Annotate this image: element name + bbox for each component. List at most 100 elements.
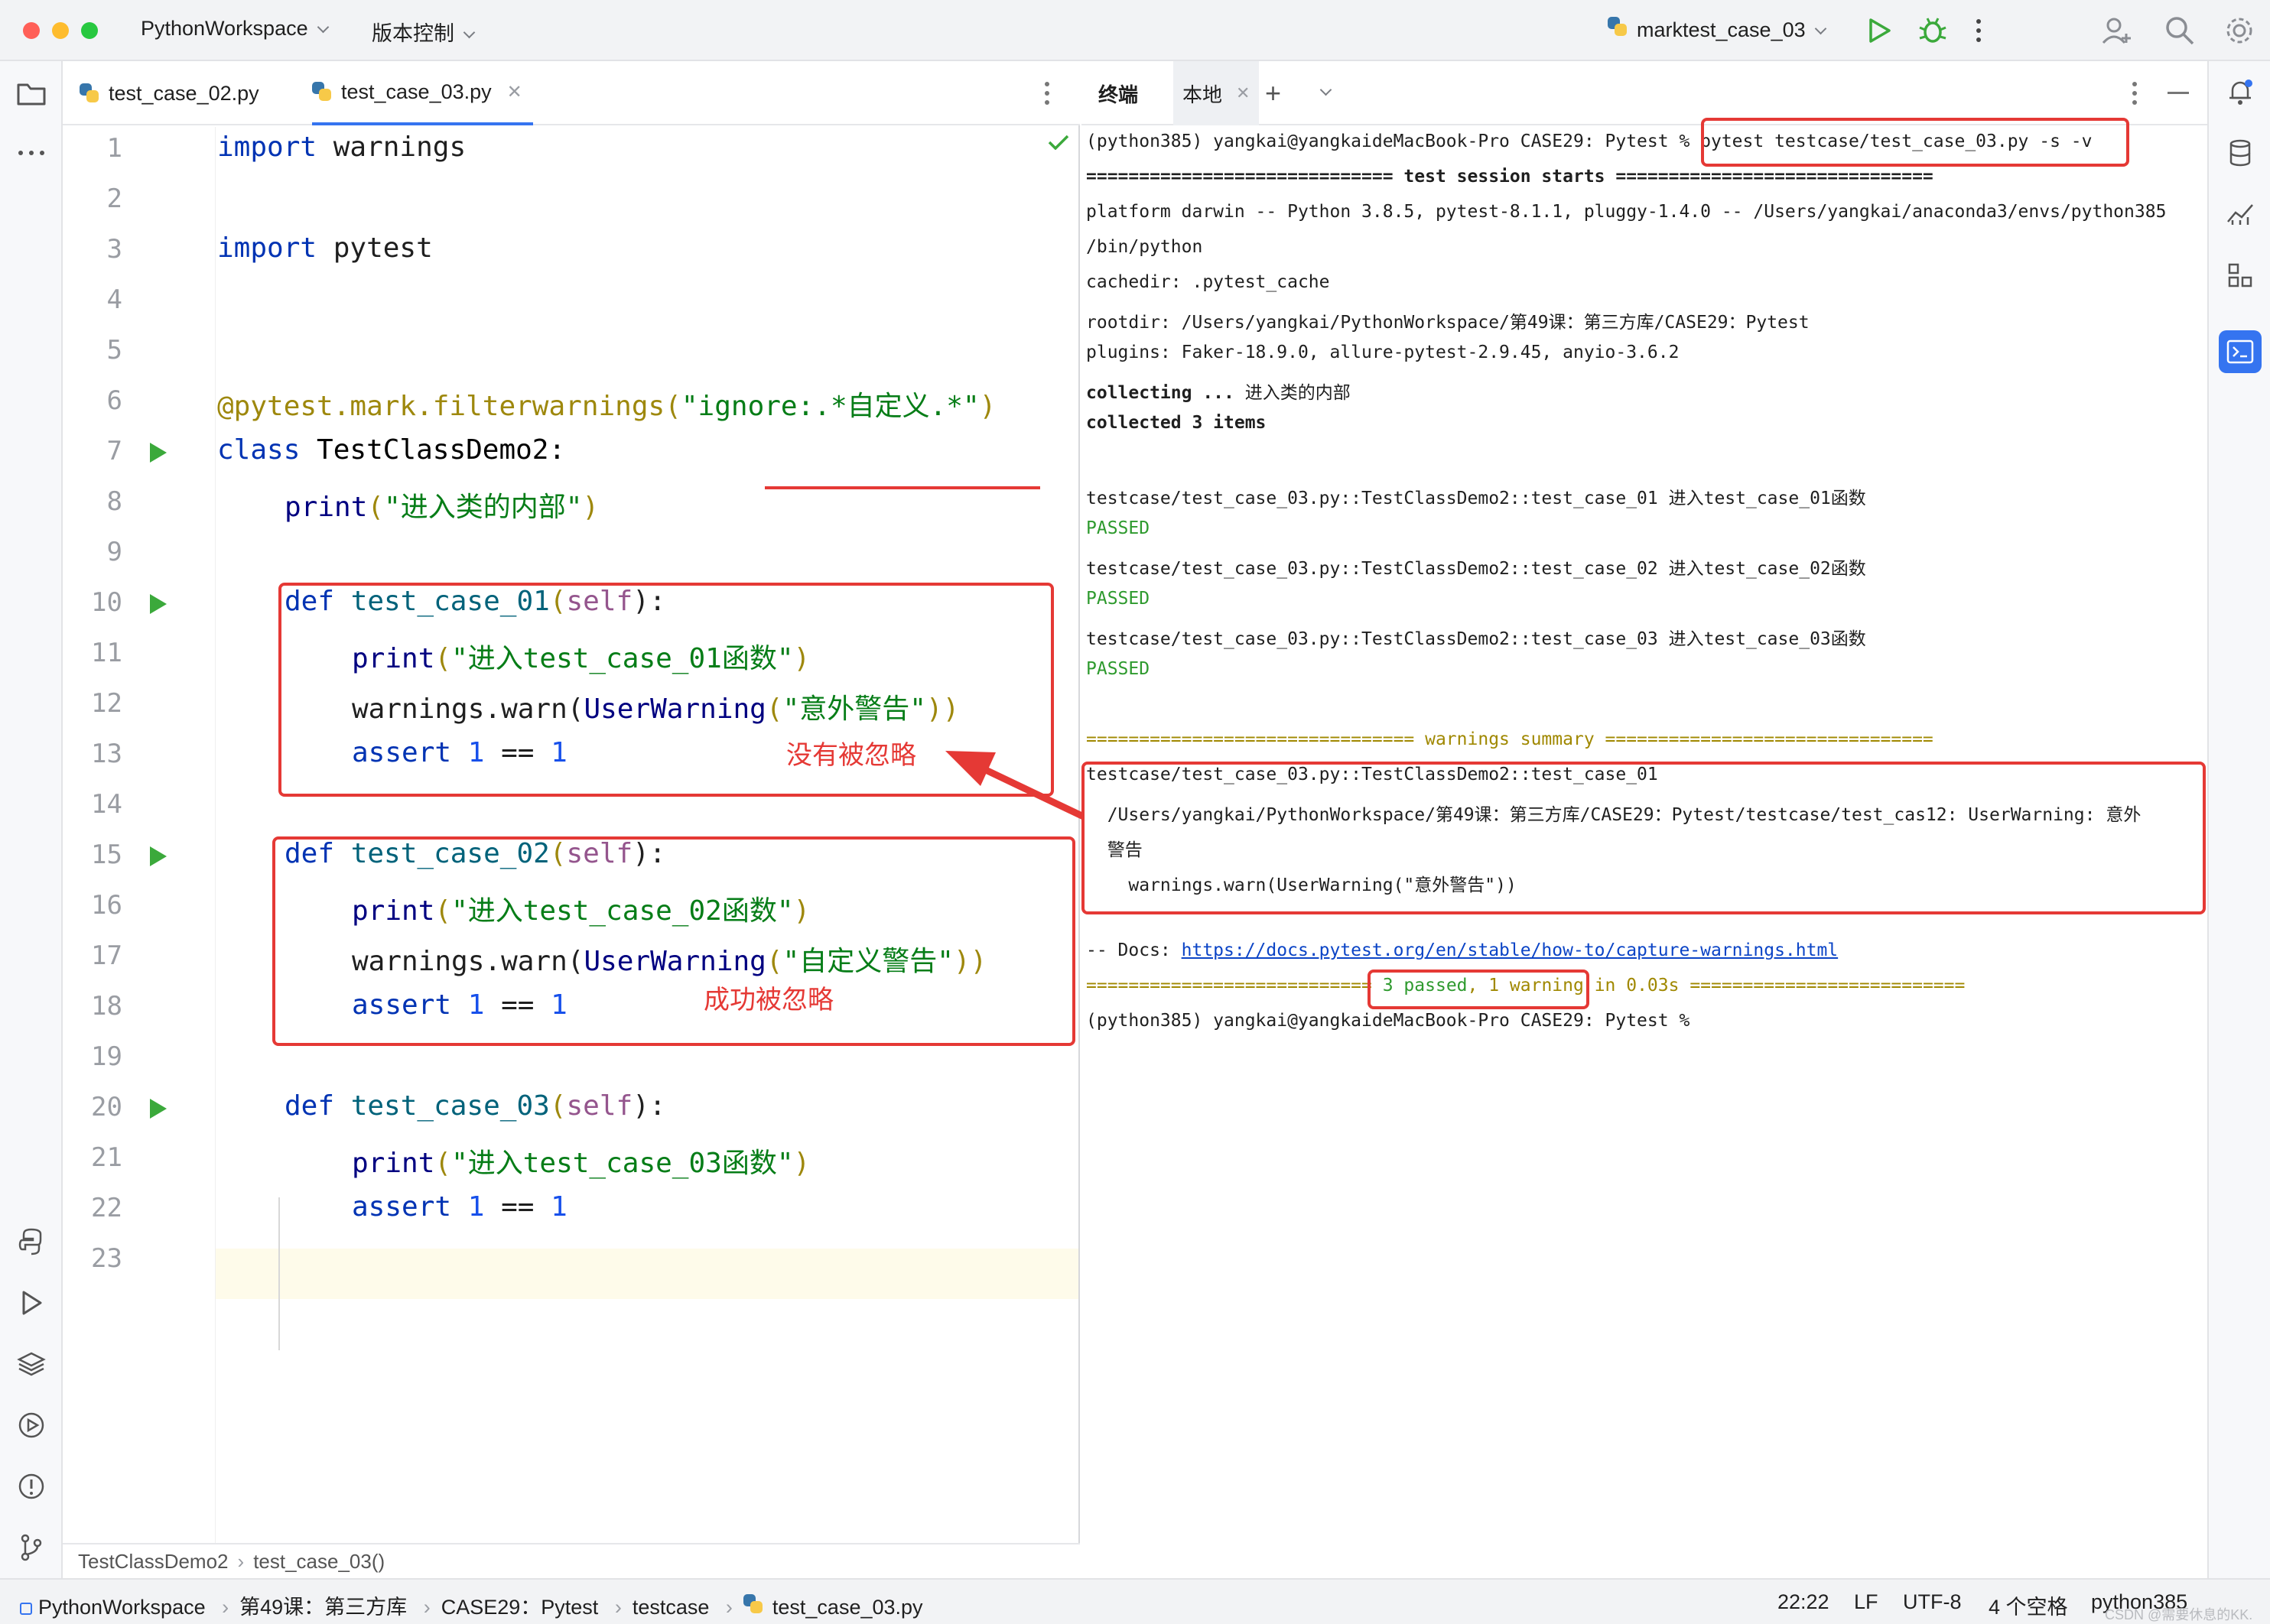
terminal-line: rootdir: /Users/yangkai/PythonWorkspace/… (1086, 313, 1810, 333)
run-test-gutter-icon[interactable] (150, 1099, 167, 1119)
line-separator[interactable]: LF (1854, 1590, 1878, 1614)
problems-icon[interactable] (15, 1470, 48, 1503)
run-config-name: marktest_case_03 (1637, 18, 1806, 41)
line-number: 5 (106, 335, 122, 365)
python-file-icon (312, 82, 332, 102)
python-icon (1608, 17, 1628, 37)
git-branch-icon[interactable] (15, 1531, 48, 1564)
path-item[interactable]: testcase (633, 1596, 710, 1619)
terminal-line: /bin/python (1086, 237, 1203, 257)
chevron-right-icon: › (423, 1596, 431, 1619)
breadcrumb-item[interactable]: TestClassDemo2 (78, 1550, 229, 1574)
more-vertical-icon[interactable] (2131, 80, 2138, 107)
chevron-right-icon: › (237, 1549, 245, 1573)
more-vertical-icon[interactable] (1043, 80, 1051, 107)
terminal-panel: 终端 本地 ✕ + (python385) yangkai@yangkaideMa… (1081, 61, 2207, 1578)
database-icon[interactable] (2223, 136, 2257, 170)
cursor-position[interactable]: 22:22 (1777, 1590, 1829, 1614)
minimize-icon[interactable] (2168, 92, 2189, 94)
run-test-gutter-icon[interactable] (150, 594, 167, 614)
code-line[interactable]: import warnings (217, 132, 466, 163)
docs-link[interactable]: https://docs.pytest.org/en/stable/how-to… (1182, 940, 1839, 960)
code-line[interactable]: class TestClassDemo2: (217, 434, 565, 466)
terminal-title: 终端 (1098, 83, 1139, 106)
debug-icon[interactable] (1918, 15, 1947, 46)
code-line[interactable]: def test_case_03(self): (285, 1090, 666, 1122)
run-test-gutter-icon[interactable] (150, 846, 167, 866)
indent-setting[interactable]: 4 个空格 (1989, 1590, 2068, 1620)
right-tool-strip (2207, 61, 2270, 1578)
add-user-icon[interactable] (2102, 15, 2132, 46)
close-tab-icon[interactable]: ✕ (507, 81, 522, 103)
chevron-down-icon (317, 21, 329, 34)
file-encoding[interactable]: UTF-8 (1903, 1590, 1962, 1614)
close-tab-icon[interactable]: ✕ (1236, 83, 1250, 103)
analytics-icon[interactable] (2223, 197, 2257, 231)
vcs-menu[interactable]: 版本控制 (372, 17, 476, 47)
path-item[interactable]: PythonWorkspace (38, 1596, 206, 1619)
zoom-window-button[interactable] (81, 22, 98, 39)
code-line[interactable]: print("进入test_case_03函数") (352, 1141, 810, 1181)
module-icon (20, 1603, 32, 1615)
left-tool-strip (0, 61, 63, 1578)
run-icon[interactable] (1866, 17, 1892, 44)
new-terminal-plus-icon[interactable]: + (1265, 61, 1281, 125)
chevron-down-icon (1319, 83, 1332, 96)
annotation-box-test-case-02 (272, 836, 1075, 1046)
layers-icon[interactable] (15, 1347, 48, 1381)
chevron-right-icon: › (725, 1596, 733, 1619)
terminal-passed: PASSED (1086, 659, 1150, 679)
more-horizontal-icon[interactable] (15, 136, 48, 170)
line-number: 17 (91, 940, 122, 971)
python-console-icon[interactable] (15, 1225, 48, 1259)
python-file-icon (80, 83, 99, 103)
terminal-dropdown[interactable] (1311, 61, 1332, 125)
watermark: CSDN @需要休息的KK. (2105, 1607, 2253, 1622)
breadcrumb-item[interactable]: test_case_03() (253, 1550, 385, 1574)
line-number: 1 (106, 133, 122, 164)
path-item[interactable]: 第49课：第三方库 (239, 1596, 407, 1619)
code-line[interactable]: @pytest.mark.filterwarnings("ignore:.*自定… (217, 384, 996, 424)
terminal-passed: PASSED (1086, 518, 1150, 538)
terminal-prompt[interactable]: (python385) yangkai@yangkaideMacBook-Pro… (1086, 1011, 1700, 1031)
tab-local[interactable]: 本地 ✕ (1173, 61, 1260, 125)
annotation-box-command (1701, 118, 2129, 167)
code-line[interactable]: import pytest (217, 232, 433, 264)
terminal-icon[interactable] (2219, 330, 2262, 373)
line-number: 19 (91, 1041, 122, 1072)
annotation-ignored: 成功被忽略 (704, 986, 834, 1015)
run-class-gutter-icon[interactable] (150, 443, 167, 463)
search-icon[interactable] (2164, 15, 2195, 46)
project-selector[interactable]: PythonWorkspace (141, 17, 329, 41)
line-number: 22 (91, 1193, 122, 1223)
chevron-down-icon (1814, 22, 1826, 35)
terminal-line: =============================== warnings… (1086, 729, 1933, 749)
path-item[interactable]: test_case_03.py (772, 1596, 923, 1619)
tab-label: test_case_02.py (109, 81, 259, 105)
terminal-line: platform darwin -- Python 3.8.5, pytest-… (1086, 202, 2167, 222)
run-config-selector[interactable]: marktest_case_03 (1608, 17, 1826, 42)
tab-test-case-03[interactable]: test_case_03.py ✕ (312, 61, 533, 125)
more-vertical-icon[interactable] (1973, 17, 1984, 44)
run-tool-icon[interactable] (15, 1286, 48, 1320)
annotation-not-ignored: 没有被忽略 (786, 741, 916, 770)
settings-gear-icon[interactable] (2224, 15, 2255, 46)
code-line[interactable]: print("进入类的内部") (285, 485, 599, 525)
line-number: 15 (91, 840, 122, 870)
notifications-bell-icon[interactable] (2223, 75, 2257, 109)
line-number: 9 (106, 537, 122, 567)
line-number: 23 (91, 1243, 122, 1274)
code-line[interactable]: assert 1 == 1 (352, 1191, 568, 1223)
minimize-window-button[interactable] (52, 22, 69, 39)
tab-label: test_case_03.py (341, 80, 492, 103)
close-window-button[interactable] (23, 22, 40, 39)
editor-panel: test_case_02.py test_case_03.py ✕ 1 2 3 4… (63, 61, 1080, 1610)
structure-icon[interactable] (2223, 258, 2257, 292)
terminal-line: testcase/test_case_03.py::TestClassDemo2… (1086, 559, 1866, 579)
tab-test-case-02[interactable]: test_case_02.py (80, 61, 259, 125)
terminal-line: testcase/test_case_03.py::TestClassDemo2… (1086, 489, 1866, 508)
project-folder-icon[interactable] (15, 76, 48, 110)
path-item[interactable]: CASE29：Pytest (441, 1596, 599, 1619)
terminal-line: testcase/test_case_03.py::TestClassDemo2… (1086, 629, 1866, 649)
services-icon[interactable] (15, 1408, 48, 1442)
